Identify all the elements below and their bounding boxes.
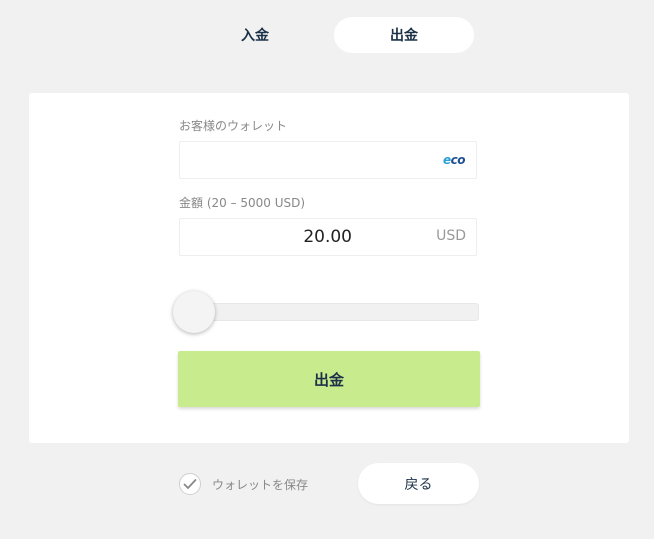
withdraw-card: お客様のウォレット eco 金額 (20 – 5000 USD) USD 出金 [29, 93, 629, 443]
eco-logo-rest: co [450, 153, 466, 167]
amount-label: 金額 (20 – 5000 USD) [179, 196, 306, 210]
transaction-tabs: 入金 出金 [185, 17, 474, 53]
back-button[interactable]: 戻る [358, 463, 479, 504]
checkmark-icon [183, 479, 197, 489]
wallet-label: お客様のウォレット [179, 119, 288, 133]
tab-withdraw[interactable]: 出金 [334, 17, 474, 53]
wallet-field-container: eco [179, 141, 477, 179]
eco-logo-e: e [443, 153, 451, 167]
save-wallet-checkbox[interactable] [179, 473, 201, 495]
amount-slider-track[interactable] [179, 303, 479, 321]
tab-deposit[interactable]: 入金 [185, 17, 325, 53]
withdraw-submit-button[interactable]: 出金 [178, 351, 480, 407]
save-wallet-label: ウォレットを保存 [212, 477, 309, 492]
amount-field-container: USD [179, 218, 477, 256]
wallet-input[interactable] [180, 142, 440, 178]
amount-slider-handle[interactable] [173, 291, 215, 333]
save-wallet-toggle[interactable]: ウォレットを保存 [179, 472, 308, 496]
currency-label: USD [436, 228, 466, 244]
ecopayz-logo-icon: eco [443, 153, 466, 167]
amount-input[interactable] [180, 219, 352, 255]
